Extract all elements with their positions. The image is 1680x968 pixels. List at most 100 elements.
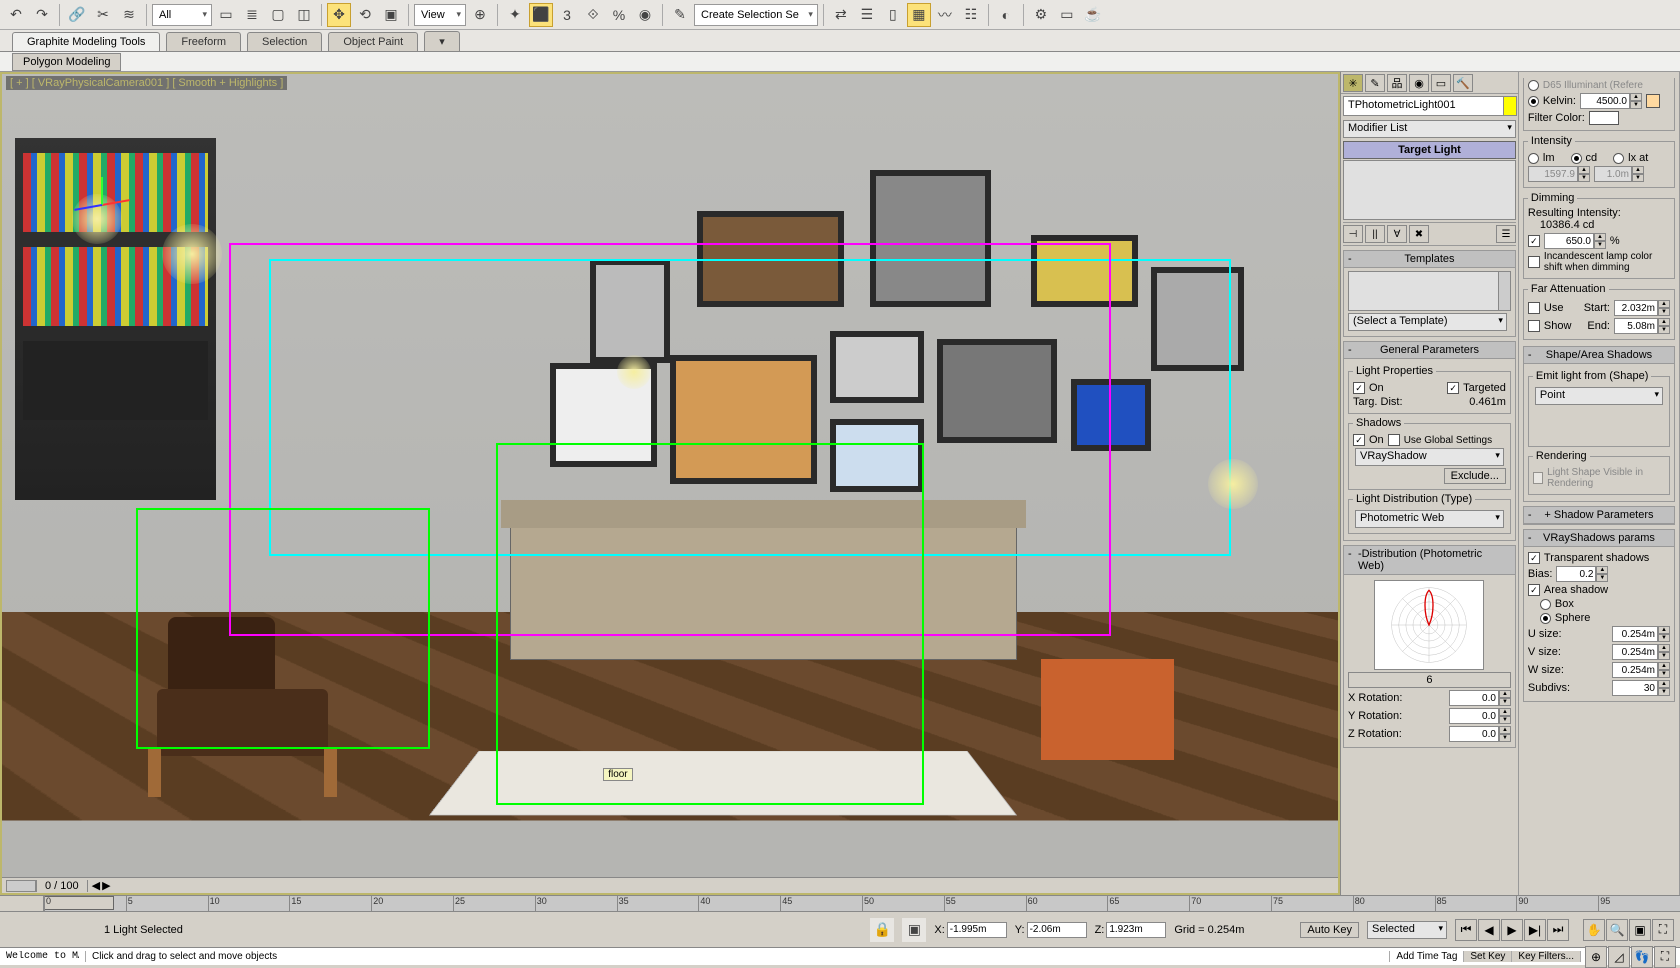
snap-2d-button[interactable]: 3 [555, 3, 579, 27]
move-gizmo[interactable] [72, 174, 132, 234]
keyboard-shortcut-button[interactable]: ⬛ [529, 3, 553, 27]
named-sel-drop[interactable]: Create Selection Se [694, 4, 818, 26]
intensity-spinner[interactable]: ▲▼ [1528, 166, 1590, 182]
subtab-polymodel[interactable]: Polygon Modeling [12, 53, 121, 71]
display-tab-icon[interactable]: ▭ [1431, 74, 1451, 92]
z-rotation-spinner[interactable]: ▲▼ [1449, 726, 1511, 742]
subdivs-spinner[interactable]: ▲▼ [1612, 680, 1670, 696]
web-file-button[interactable]: 6 [1348, 672, 1511, 688]
spinner-snap-button[interactable]: ◉ [633, 3, 657, 27]
fov-button[interactable]: ◿ [1608, 946, 1630, 968]
undo-button[interactable]: ↶ [4, 3, 28, 27]
max-viewport-button[interactable]: ⛶ [1652, 919, 1674, 941]
bind-button[interactable]: ≋ [117, 3, 141, 27]
configure-sets-icon[interactable]: ☰ [1496, 225, 1516, 243]
select-scale-button[interactable]: ▣ [379, 3, 403, 27]
y-rotation-spinner[interactable]: ▲▼ [1449, 708, 1511, 724]
redo-button[interactable]: ↷ [30, 3, 54, 27]
shadow-type-drop[interactable]: VRayShadow [1355, 448, 1504, 466]
rollout-vrayshadows[interactable]: VRayShadows params [1524, 530, 1674, 547]
light-on-checkbox[interactable] [1353, 382, 1365, 394]
schematic-view-button[interactable]: ☷ [959, 3, 983, 27]
percent-snap-button[interactable]: % [607, 3, 631, 27]
next-frame-button[interactable]: ▶| [1524, 919, 1546, 941]
cd-radio[interactable] [1571, 153, 1582, 164]
modifier-stack[interactable] [1343, 160, 1516, 220]
goto-end-button[interactable]: ⏭ [1547, 919, 1569, 941]
atten-end-spinner[interactable]: ▲▼ [1614, 318, 1670, 334]
layer-manager-button[interactable]: ▯ [881, 3, 905, 27]
usize-spinner[interactable]: ▲▼ [1612, 626, 1670, 642]
selection-filter-drop[interactable]: All [152, 4, 212, 26]
hierarchy-tab-icon[interactable]: 品 [1387, 74, 1407, 92]
z-coord-input[interactable] [1106, 922, 1166, 938]
area-shadow-checkbox[interactable] [1528, 584, 1540, 596]
material-editor-button[interactable]: ◐ [994, 3, 1018, 27]
lx-dist-spinner[interactable]: ▲▼ [1594, 166, 1644, 182]
arc-rotate-button[interactable]: ⊕ [1585, 946, 1607, 968]
align-button[interactable]: ☰ [855, 3, 879, 27]
exclude-button[interactable]: Exclude... [1444, 468, 1506, 484]
mirror-button[interactable]: ⇄ [829, 3, 853, 27]
x-rotation-spinner[interactable]: ▲▼ [1449, 690, 1511, 706]
dimming-checkbox[interactable] [1528, 235, 1540, 247]
add-time-tag[interactable]: Add Time Tag [1390, 951, 1464, 962]
incandescent-checkbox[interactable] [1528, 256, 1540, 268]
photometric-web-display[interactable] [1374, 580, 1484, 670]
utilities-tab-icon[interactable]: 🔨 [1453, 74, 1473, 92]
rendered-frame-button[interactable]: ▭ [1055, 3, 1079, 27]
goto-start-button[interactable]: ⏮ [1455, 919, 1477, 941]
box-radio[interactable] [1540, 599, 1551, 610]
y-coord-input[interactable] [1027, 922, 1087, 938]
emit-shape-drop[interactable]: Point [1535, 387, 1663, 405]
prev-frame-button[interactable]: ◀ [1478, 919, 1500, 941]
kelvin-spinner[interactable]: ▲▼ [1580, 93, 1642, 109]
x-coord-input[interactable] [947, 922, 1007, 938]
link-button[interactable]: 🔗 [65, 3, 89, 27]
kelvin-color-swatch[interactable] [1646, 94, 1660, 108]
tab-freeform[interactable]: Freeform [166, 32, 241, 51]
zoom-button[interactable]: 🔍 [1606, 919, 1628, 941]
play-button[interactable]: ▶ [1501, 919, 1523, 941]
viewport[interactable]: [ + ] [ VRayPhysicalCamera001 ] [ Smooth… [2, 74, 1338, 877]
motion-tab-icon[interactable]: ◉ [1409, 74, 1429, 92]
pan-view-button[interactable]: ✋ [1583, 919, 1605, 941]
keyfilters-button[interactable]: Key Filters... [1512, 951, 1581, 962]
viewport-label[interactable]: [ + ] [ VRayPhysicalCamera001 ] [ Smooth… [6, 76, 287, 90]
ref-coord-drop[interactable]: View [414, 4, 466, 26]
kelvin-radio[interactable] [1528, 96, 1539, 107]
tab-graphite[interactable]: Graphite Modeling Tools [12, 32, 160, 51]
maxscript-listener[interactable] [0, 951, 86, 962]
setkey-button[interactable]: Set Key [1464, 951, 1512, 962]
transparent-shadows-checkbox[interactable] [1528, 552, 1540, 564]
edit-named-sel-button[interactable]: ✎ [668, 3, 692, 27]
render-setup-button[interactable]: ⚙ [1029, 3, 1053, 27]
d65-radio[interactable] [1528, 80, 1539, 91]
walk-button[interactable]: 👣 [1631, 946, 1653, 968]
angle-snap-button[interactable]: ⟐ [581, 3, 605, 27]
rollout-distribution[interactable]: -Distribution (Photometric Web) [1344, 546, 1515, 575]
select-by-name-button[interactable]: ≣ [240, 3, 264, 27]
lock-selection-icon[interactable]: 🔒 [870, 918, 894, 942]
object-color-swatch[interactable] [1503, 96, 1517, 116]
pin-stack-icon[interactable]: ⊣ [1343, 225, 1363, 243]
modifier-list-drop[interactable]: Modifier List [1343, 120, 1516, 138]
max-toggle-button[interactable]: ⛶ [1654, 946, 1676, 968]
select-object-button[interactable]: ▭ [214, 3, 238, 27]
vsize-spinner[interactable]: ▲▼ [1612, 644, 1670, 660]
sphere-radio[interactable] [1540, 613, 1551, 624]
shadows-on-checkbox[interactable] [1353, 434, 1365, 446]
curve-editor-button[interactable]: 〰 [933, 3, 957, 27]
autokey-button[interactable]: Auto Key [1300, 922, 1359, 938]
time-slider[interactable]: 0510152025303540455055606570758085909510… [0, 895, 1680, 911]
atten-start-spinner[interactable]: ▲▼ [1614, 300, 1670, 316]
select-rect-button[interactable]: ▢ [266, 3, 290, 27]
filter-color-swatch[interactable] [1589, 111, 1619, 125]
wsize-spinner[interactable]: ▲▼ [1612, 662, 1670, 678]
viewport-scrollbar[interactable]: 0 / 100 ◀▶ [2, 877, 1338, 893]
isolate-icon[interactable]: ▣ [902, 918, 926, 942]
use-global-checkbox[interactable] [1388, 434, 1400, 446]
tab-expand[interactable]: ▾ [424, 31, 460, 51]
render-button[interactable]: ☕ [1081, 3, 1105, 27]
bias-spinner[interactable]: ▲▼ [1556, 566, 1608, 582]
